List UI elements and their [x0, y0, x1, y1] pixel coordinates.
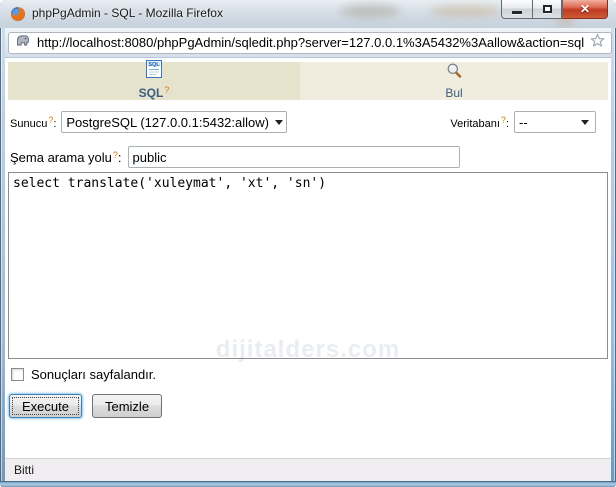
status-bar: Bitti [5, 458, 611, 481]
dropdown-arrow-icon [274, 119, 283, 125]
titlebar: phpPgAdmin - SQL - Mozilla Firefox ✕ [0, 0, 616, 28]
database-select[interactable]: -- [514, 111, 596, 133]
firefox-icon [10, 6, 26, 22]
minimize-icon [512, 10, 522, 14]
sql-editor-area: dijitalders.com select translate('xuleym… [8, 172, 608, 363]
tab-sql[interactable]: SQL SQL? [8, 60, 300, 100]
close-button[interactable]: ✕ [562, 0, 608, 19]
bookmark-star-icon[interactable] [590, 33, 605, 53]
schema-input[interactable] [127, 146, 460, 168]
server-select[interactable]: PostgreSQL (127.0.0.1:5432:allow) [61, 111, 288, 133]
magnifier-icon [445, 62, 463, 85]
schema-label: Şema arama yolu?: [10, 149, 122, 165]
tab-bar: SQL SQL? Bul [8, 60, 608, 100]
page-content: SQL SQL? Bul Sunucu?: PostgreSQL (127.0.… [5, 58, 611, 458]
status-text: Bitti [14, 463, 35, 477]
dropdown-arrow-icon [581, 119, 589, 125]
url-text[interactable]: http://localhost:8080/phpPgAdmin/sqledit… [37, 35, 584, 50]
site-favicon-icon[interactable] [15, 32, 31, 53]
glass-reflection [340, 4, 400, 18]
database-select-value: -- [519, 114, 528, 130]
tab-find-label: Bul [445, 86, 463, 100]
sql-textarea[interactable]: select translate('xuleymat', 'xt', 'sn') [8, 172, 608, 359]
clear-button[interactable]: Temizle [91, 394, 163, 418]
paginate-row: Sonuçları sayfalandır. [8, 367, 608, 382]
window-controls: ✕ [501, 0, 608, 19]
paginate-checkbox[interactable] [11, 368, 24, 381]
sql-icon-text: SQL [148, 62, 160, 68]
tab-sql-label: SQL [138, 86, 164, 100]
execute-button[interactable]: Execute [9, 394, 82, 418]
button-row: Execute Temizle [8, 394, 608, 418]
firefox-window: phpPgAdmin - SQL - Mozilla Firefox ✕ htt… [0, 0, 616, 487]
navigation-toolbar: http://localhost:8080/phpPgAdmin/sqledit… [5, 28, 613, 58]
database-label: Veritabanı?: [450, 114, 509, 130]
schema-row: Şema arama yolu?: [8, 146, 608, 168]
sql-help-link[interactable]: ? [164, 85, 169, 95]
url-bar[interactable]: http://localhost:8080/phpPgAdmin/sqledit… [8, 31, 613, 54]
glass-reflection [430, 5, 500, 17]
tab-find[interactable]: Bul [300, 62, 608, 100]
window-title: phpPgAdmin - SQL - Mozilla Firefox [32, 6, 223, 20]
server-select-value: PostgreSQL (127.0.0.1:5432:allow) [66, 114, 269, 130]
window-bottom-border [0, 481, 616, 487]
minimize-button[interactable] [501, 0, 532, 19]
server-label: Sunucu?: [10, 114, 57, 130]
server-database-row: Sunucu?: PostgreSQL (127.0.0.1:5432:allo… [8, 110, 608, 134]
paginate-label: Sonuçları sayfalandır. [31, 367, 157, 382]
close-icon: ✕ [579, 1, 591, 16]
restore-button[interactable] [532, 0, 562, 19]
sql-document-icon: SQL [145, 60, 163, 83]
restore-icon [542, 5, 552, 13]
